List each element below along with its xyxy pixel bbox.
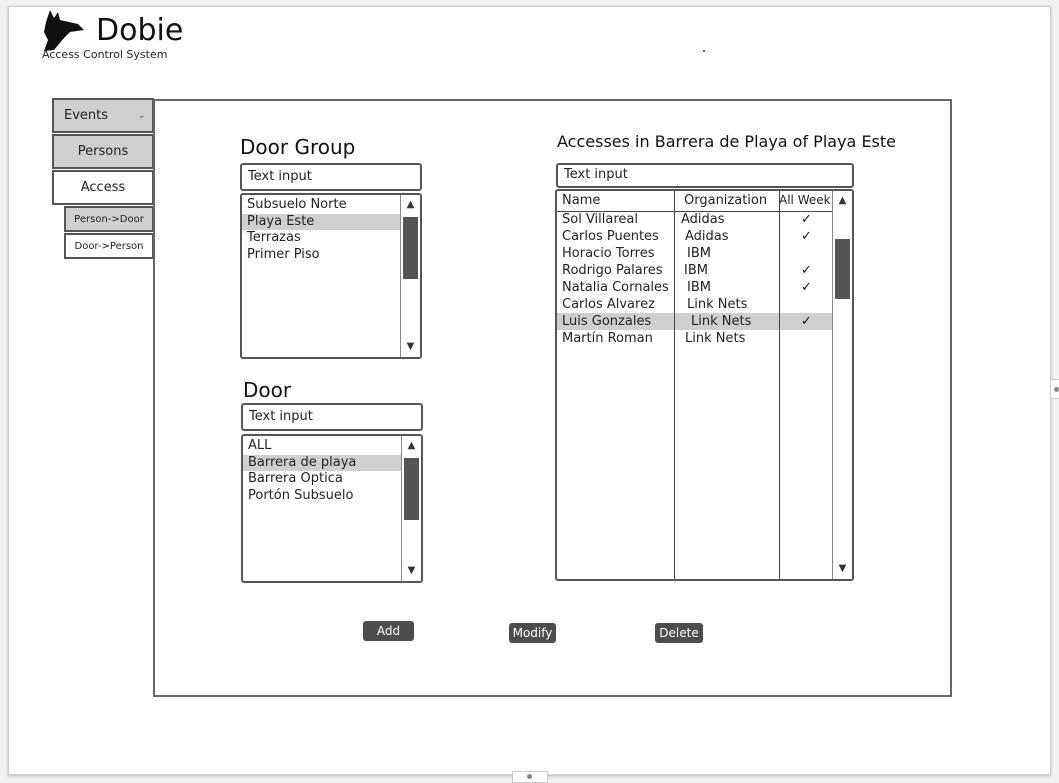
dog-logo-icon: [44, 10, 84, 51]
stray-dot: [703, 50, 705, 52]
table-row[interactable]: Sol Villareal Adidas ✓: [557, 211, 848, 228]
cell-organization: Adidas: [685, 229, 729, 244]
cell-name: Horacio Torres: [562, 246, 655, 261]
table-row[interactable]: Carlos Puentes Adidas ✓: [557, 228, 848, 245]
cell-name: Sol Villareal: [562, 212, 638, 227]
chevron-down-icon: ⌄: [137, 110, 146, 121]
door-group-title: Door Group: [240, 135, 356, 159]
check-icon: ✓: [801, 263, 812, 278]
scrollbar[interactable]: ▲ ▼: [400, 195, 420, 357]
table-row-selected[interactable]: Luis Gonzales Link Nets ✓: [557, 313, 848, 330]
check-icon: ✓: [801, 280, 812, 295]
scroll-down-arrow-icon[interactable]: ▼: [833, 561, 852, 577]
scrollbar[interactable]: ▲ ▼: [401, 436, 421, 581]
table-row[interactable]: Horacio Torres IBM: [557, 245, 848, 262]
table-row[interactable]: Carlos Alvarez Link Nets: [557, 296, 848, 313]
cell-organization: Link Nets: [687, 297, 748, 312]
cell-organization: IBM: [687, 246, 711, 261]
check-icon: ✓: [801, 212, 812, 227]
cell-name: Natalia Cornales: [562, 280, 669, 295]
cell-name: Rodrigo Palares: [562, 263, 663, 278]
accesses-table[interactable]: Name Organization All Week Sol Villareal…: [555, 189, 854, 581]
accesses-search-input[interactable]: Text input: [556, 163, 854, 188]
check-icon: ✓: [801, 314, 812, 329]
column-header-organization[interactable]: Organization: [684, 193, 767, 208]
scroll-thumb[interactable]: [404, 458, 419, 520]
sidebar-item-label: Person->Door: [74, 213, 144, 225]
door-title: Door: [243, 378, 292, 402]
list-item[interactable]: Barrera Optica: [243, 471, 401, 488]
scroll-thumb[interactable]: [835, 239, 850, 299]
delete-button[interactable]: Delete: [655, 623, 703, 643]
side-handle[interactable]: [1050, 379, 1059, 399]
door-group-search-input[interactable]: Text input: [240, 163, 422, 191]
scroll-down-arrow-icon[interactable]: ▼: [402, 563, 421, 579]
list-item-selected[interactable]: Playa Este: [242, 213, 400, 230]
scroll-up-arrow-icon[interactable]: ▲: [833, 193, 852, 209]
sidebar-item-label: Persons: [77, 144, 129, 159]
list-item[interactable]: ALL: [243, 438, 401, 455]
list-item[interactable]: Subsuelo Norte: [242, 197, 400, 214]
column-header-name[interactable]: Name: [562, 193, 600, 208]
app-title: Dobie: [96, 13, 184, 48]
scroll-up-arrow-icon[interactable]: ▲: [402, 438, 421, 454]
sidebar-item-events[interactable]: Events ⌄: [52, 98, 154, 133]
cell-name: Carlos Puentes: [562, 229, 659, 244]
door-search-input[interactable]: Text input: [241, 403, 423, 431]
sidebar-item-access[interactable]: Access: [52, 170, 154, 205]
column-divider: [674, 191, 675, 579]
add-button[interactable]: Add: [363, 621, 414, 641]
check-icon: ✓: [801, 229, 812, 244]
scroll-up-arrow-icon[interactable]: ▲: [401, 197, 420, 213]
modify-button[interactable]: Modify: [509, 623, 556, 643]
column-header-all-week[interactable]: All Week: [779, 193, 831, 207]
bottom-handle[interactable]: [512, 771, 548, 783]
cell-organization: Link Nets: [685, 331, 746, 346]
cell-organization: Link Nets: [691, 314, 752, 329]
sidebar-subitem-person-door[interactable]: Person->Door: [64, 206, 154, 232]
cell-organization: IBM: [684, 263, 708, 278]
sidebar-subitem-door-person[interactable]: Door->Person: [64, 233, 154, 259]
list-item[interactable]: Terrazas: [242, 230, 400, 247]
list-item-selected[interactable]: Barrera de playa: [243, 454, 401, 471]
cell-name: Martín Roman: [562, 331, 653, 346]
door-list[interactable]: ALL Barrera de playa Barrera Optica Port…: [241, 434, 423, 583]
sidebar-item-label: Door->Person: [74, 240, 144, 252]
table-row[interactable]: Rodrigo Palares IBM ✓: [557, 262, 848, 279]
table-row[interactable]: Natalia Cornales IBM ✓: [557, 279, 848, 296]
list-item[interactable]: Portón Subsuelo: [243, 488, 401, 505]
door-group-list[interactable]: Subsuelo Norte Playa Este Terrazas Prime…: [240, 193, 422, 359]
scroll-thumb[interactable]: [403, 217, 418, 279]
cell-name: Luis Gonzales: [562, 314, 652, 329]
column-divider: [779, 191, 780, 579]
sidebar-item-label: Events: [64, 108, 109, 123]
table-row[interactable]: Martín Roman Link Nets: [557, 330, 848, 347]
app-subtitle: Access Control System: [42, 48, 168, 61]
cell-organization: Adidas: [681, 212, 725, 227]
accesses-title: Accesses in Barrera de Playa of Playa Es…: [557, 132, 896, 151]
cell-name: Carlos Alvarez: [562, 297, 655, 312]
cell-organization: IBM: [687, 280, 711, 295]
scroll-down-arrow-icon[interactable]: ▼: [401, 339, 420, 355]
sidebar-item-persons[interactable]: Persons: [52, 134, 154, 169]
scrollbar[interactable]: ▲ ▼: [832, 191, 852, 579]
sidebar-item-label: Access: [80, 180, 126, 195]
list-item[interactable]: Primer Piso: [242, 247, 400, 264]
